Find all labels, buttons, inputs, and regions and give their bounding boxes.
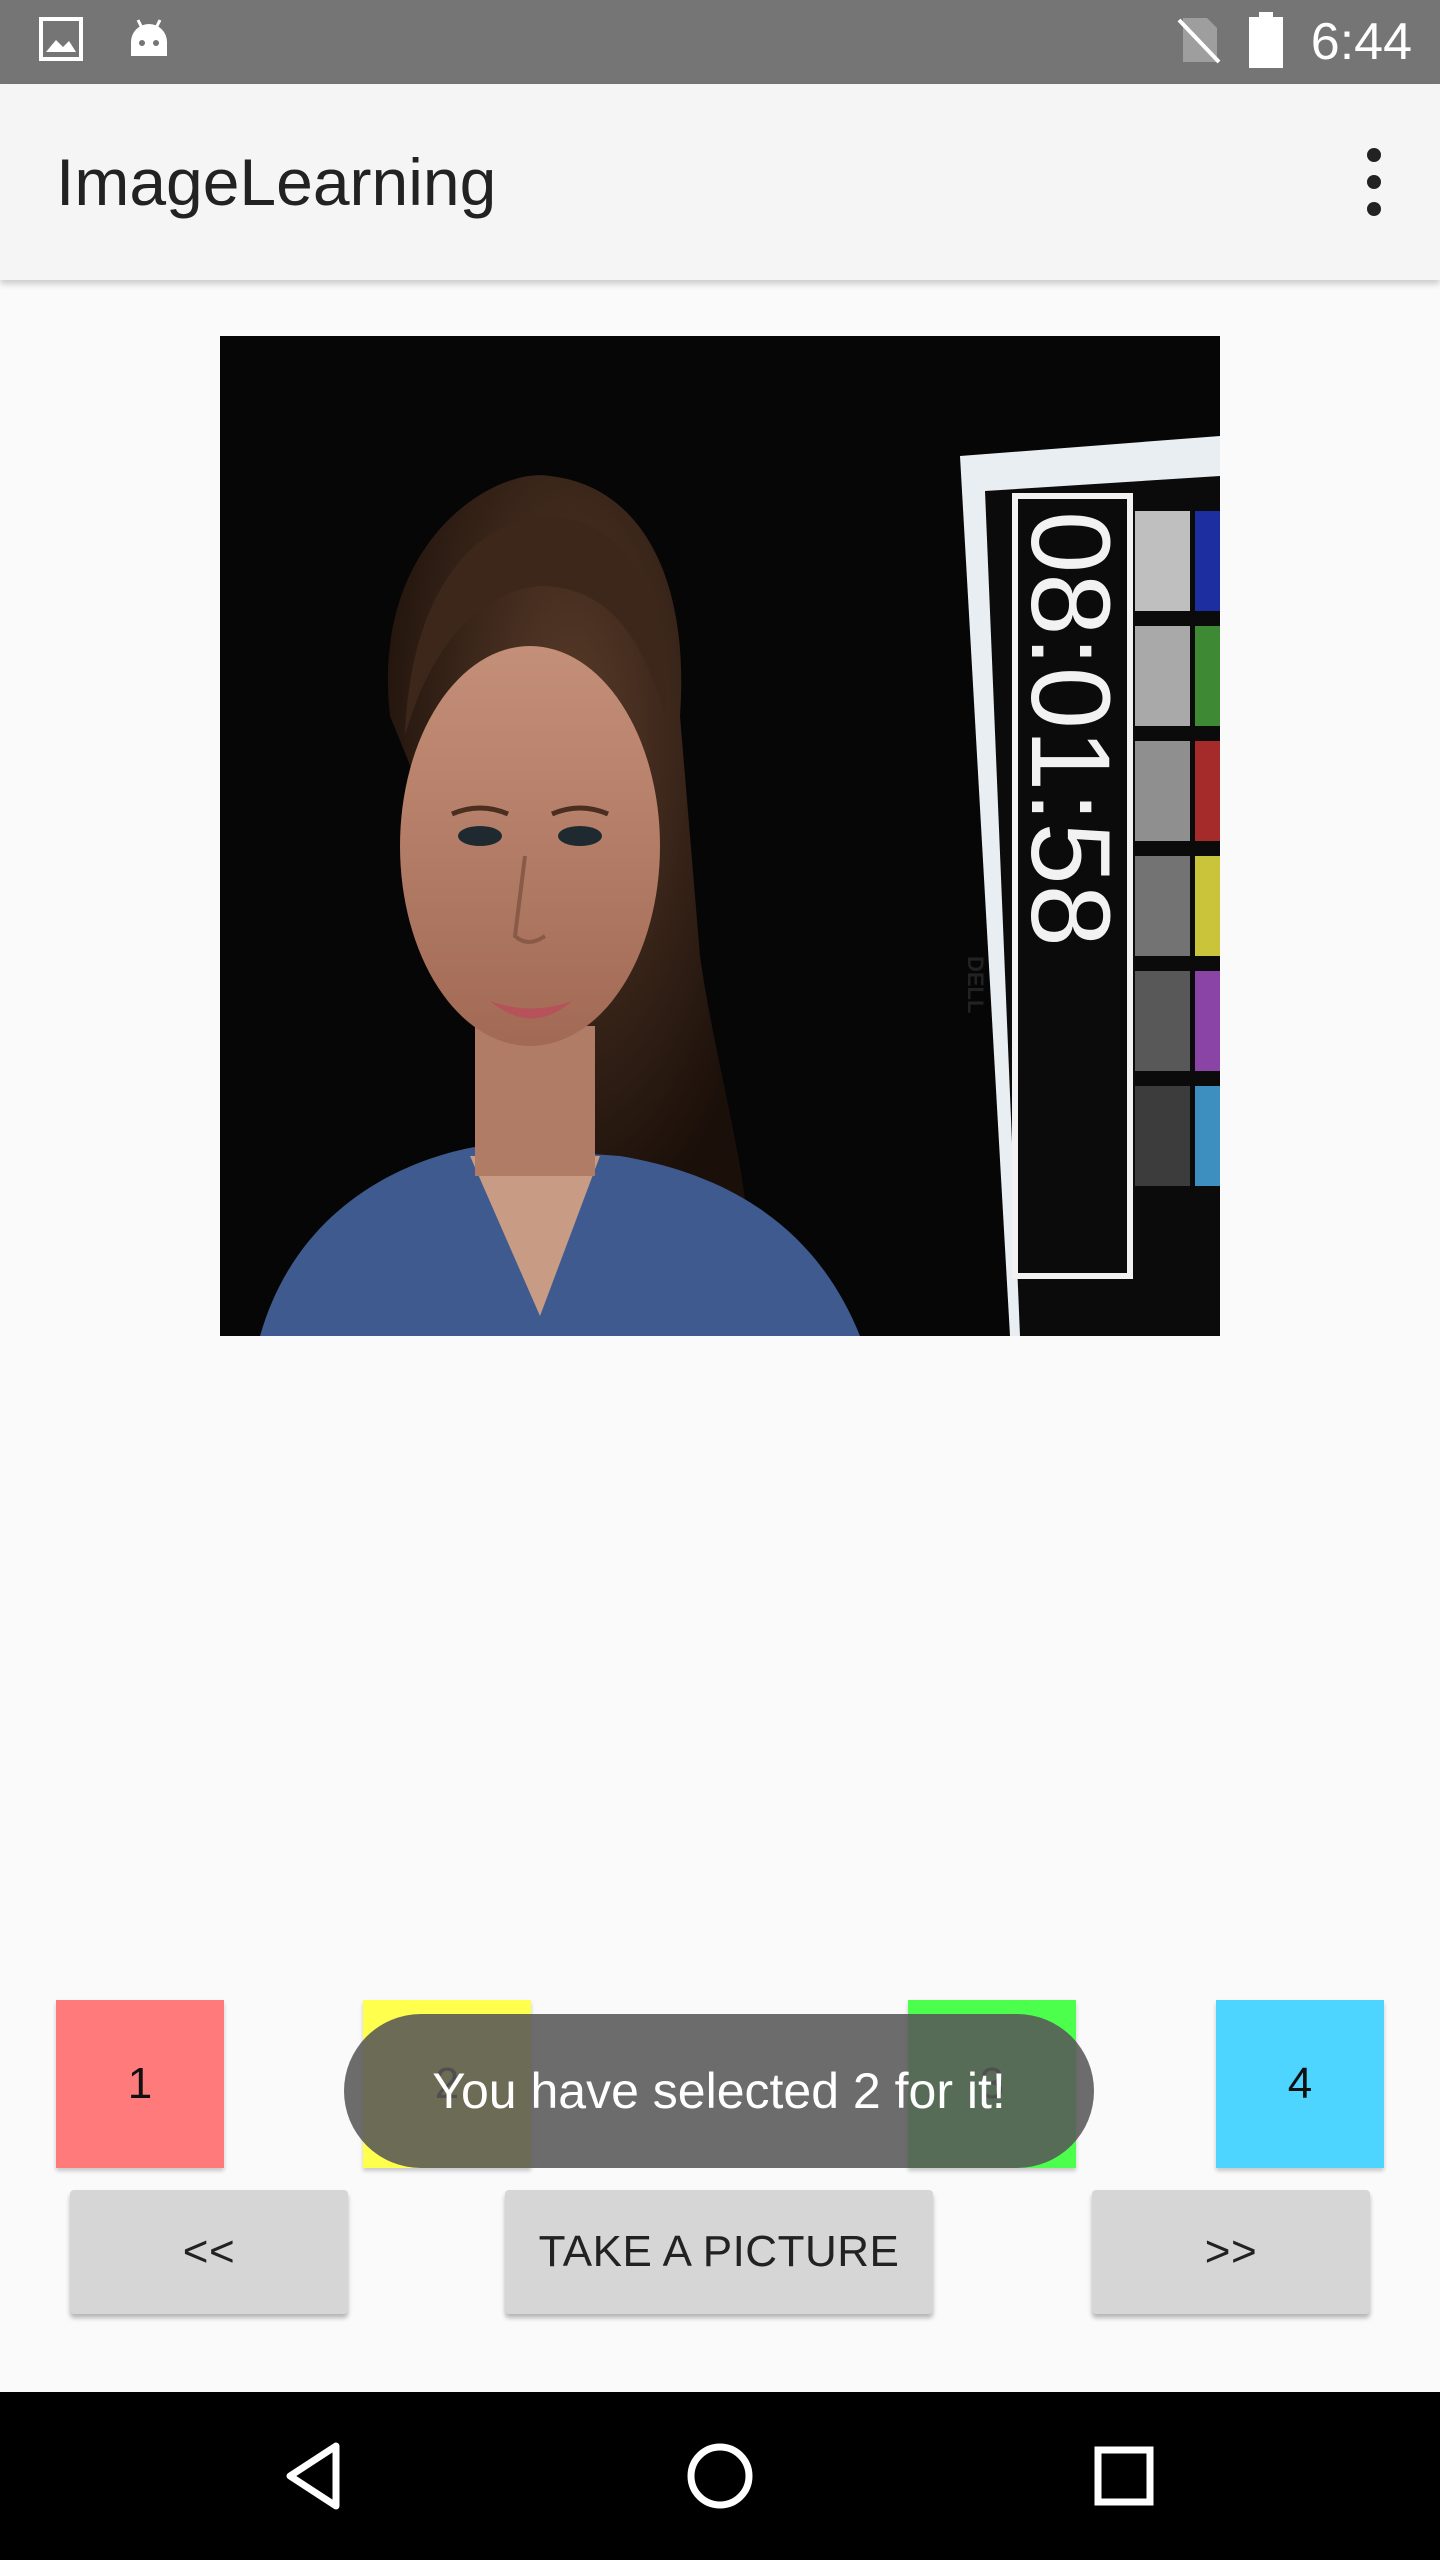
board-brand: DELL — [963, 956, 988, 1013]
overflow-menu-icon[interactable] — [1344, 142, 1404, 222]
subject-photo: 08:01:58 DELL — [220, 336, 1220, 1336]
recents-icon[interactable] — [1084, 2436, 1164, 2516]
next-button[interactable]: >> — [1092, 2190, 1370, 2314]
take-picture-button[interactable]: TAKE A PICTURE — [505, 2190, 933, 2314]
status-time: 6:44 — [1310, 13, 1412, 71]
previous-button[interactable]: << — [70, 2190, 348, 2314]
app-bar: ImageLearning — [0, 84, 1440, 280]
next-label: >> — [1204, 2227, 1258, 2276]
battery-icon — [1248, 12, 1283, 72]
choice-4-label: 4 — [1287, 2059, 1313, 2108]
back-icon[interactable] — [276, 2436, 356, 2516]
android-icon — [126, 16, 172, 66]
previous-label: << — [182, 2227, 236, 2276]
take-picture-label: TAKE A PICTURE — [538, 2227, 900, 2276]
toast-message: You have selected 2 for it! — [344, 2014, 1094, 2168]
choice-4-button[interactable]: 4 — [1216, 2000, 1384, 2168]
image-icon — [38, 16, 84, 66]
choice-1-label: 1 — [127, 2059, 153, 2108]
no-sim-icon — [1177, 14, 1221, 70]
clock-readout: 08:01:58 — [1008, 511, 1133, 947]
app-title: ImageLearning — [56, 145, 497, 219]
toast-text: You have selected 2 for it! — [432, 2063, 1006, 2119]
choice-1-button[interactable]: 1 — [56, 2000, 224, 2168]
home-icon[interactable] — [680, 2436, 760, 2516]
navigation-bar — [0, 2392, 1440, 2560]
status-bar: 6:44 — [0, 0, 1440, 84]
